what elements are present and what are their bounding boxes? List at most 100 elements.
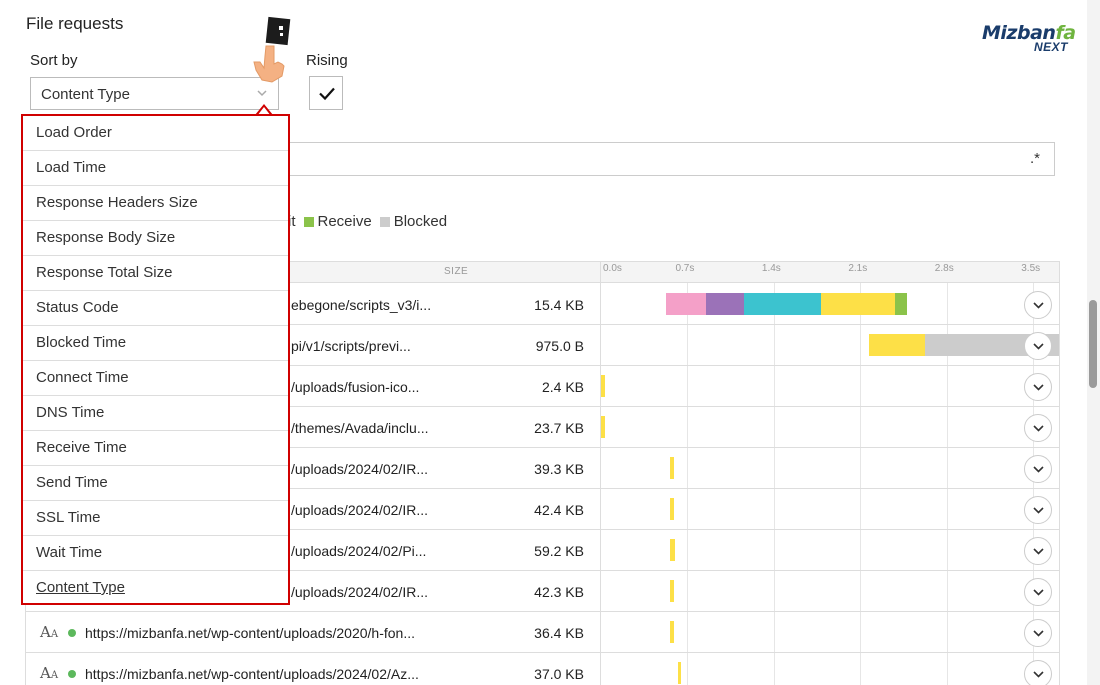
waterfall-segment — [744, 293, 821, 315]
row-expand-button[interactable] — [1024, 373, 1052, 401]
sort-option-response-body-size[interactable]: Response Body Size — [23, 221, 288, 256]
legend-swatch-blocked — [379, 216, 390, 227]
timeline-tick-label: 2.8s — [934, 263, 954, 274]
timeline-tick-label: 0.7s — [675, 263, 695, 274]
request-size: 37.0 KB — [534, 666, 584, 682]
waterfall-segment — [670, 539, 676, 561]
request-size: 2.4 KB — [541, 379, 584, 395]
chevron-down-icon — [1033, 343, 1044, 350]
waterfall-segment — [677, 662, 682, 684]
mizbanfa-logo: Mizbanfa NEXT — [980, 22, 1076, 56]
request-size: 15.4 KB — [534, 297, 584, 313]
timing-legend: it Receive Blocked — [288, 213, 447, 230]
status-dot-icon — [68, 629, 76, 637]
sort-by-label: Sort by — [30, 52, 78, 69]
waterfall-segment — [670, 580, 674, 602]
rising-checkbox[interactable] — [309, 76, 343, 110]
column-header-size[interactable]: SIZE — [444, 266, 468, 277]
row-expand-button[interactable] — [1024, 332, 1052, 360]
row-expand-button[interactable] — [1024, 455, 1052, 483]
page-title: File requests — [26, 14, 124, 33]
request-size: 975.0 B — [535, 338, 584, 354]
request-size: 23.7 KB — [534, 420, 584, 436]
row-expand-button[interactable] — [1024, 414, 1052, 442]
request-url[interactable]: https://mizbanfa.net/wp-content/uploads/… — [85, 625, 415, 641]
request-url[interactable]: /uploads/2024/02/Pi... — [291, 543, 426, 559]
sort-option-blocked-time[interactable]: Blocked Time — [23, 326, 288, 361]
row-expand-button[interactable] — [1024, 537, 1052, 565]
chevron-down-icon — [1033, 548, 1044, 555]
checkmark-icon — [319, 87, 335, 101]
rising-label: Rising — [306, 52, 348, 69]
request-url[interactable]: https://mizbanfa.net/wp-content/uploads/… — [85, 666, 419, 682]
request-url[interactable]: /uploads/2024/02/IR... — [291, 584, 428, 600]
row-expand-button[interactable] — [1024, 660, 1052, 685]
timeline-tick-label: 2.1s — [848, 263, 868, 274]
font-type-icon: AA — [40, 623, 59, 641]
request-size: 39.3 KB — [534, 461, 584, 477]
sort-option-ssl-time[interactable]: SSL Time — [23, 501, 288, 536]
waterfall-segment — [601, 416, 605, 438]
sort-option-response-total-size[interactable]: Response Total Size — [23, 256, 288, 291]
sort-by-select[interactable]: Content Type — [30, 77, 279, 110]
timeline-tick-label: 0.0s — [603, 263, 622, 274]
waterfall-segment — [705, 293, 745, 315]
waterfall-segment — [601, 375, 605, 397]
sort-option-send-time[interactable]: Send Time — [23, 466, 288, 501]
pointing-hand-icon — [253, 16, 291, 83]
request-url[interactable]: /uploads/2024/02/IR... — [291, 461, 428, 477]
row-expand-button[interactable] — [1024, 496, 1052, 524]
waterfall-segment — [670, 498, 674, 520]
request-size: 36.4 KB — [534, 625, 584, 641]
chevron-down-icon — [1033, 384, 1044, 391]
row-expand-button[interactable] — [1024, 578, 1052, 606]
waterfall-segment — [868, 334, 925, 356]
sort-option-load-time[interactable]: Load Time — [23, 151, 288, 186]
waterfall-segment — [670, 457, 674, 479]
legend-item-label: Receive — [317, 213, 372, 230]
sort-by-value: Content Type — [41, 86, 130, 103]
timeline-tick-label: 1.4s — [761, 263, 781, 274]
request-url[interactable]: ebegone/scripts_v3/i... — [291, 297, 431, 313]
chevron-down-icon — [1033, 671, 1044, 678]
chevron-down-icon — [257, 90, 267, 97]
waterfall-segment — [894, 293, 908, 315]
request-size: 42.3 KB — [534, 584, 584, 600]
sort-by-dropdown: Load Order Load Time Response Headers Size… — [21, 114, 290, 605]
status-dot-icon — [68, 670, 76, 678]
waterfall-segment — [820, 293, 895, 315]
request-url[interactable]: /uploads/fusion-ico... — [291, 379, 419, 395]
legend-item-label: Blocked — [393, 213, 448, 230]
chevron-down-icon — [1033, 630, 1044, 637]
sort-option-response-headers-size[interactable]: Response Headers Size — [23, 186, 288, 221]
row-expand-button[interactable] — [1024, 291, 1052, 319]
chevron-down-icon — [1033, 302, 1044, 309]
chevron-down-icon — [1033, 507, 1044, 514]
legend-swatch-receive — [303, 216, 314, 227]
scrollbar-thumb[interactable] — [1089, 300, 1097, 388]
chevron-down-icon — [1033, 425, 1044, 432]
logo-text-next: NEXT — [1033, 40, 1068, 54]
sort-option-load-order[interactable]: Load Order — [23, 116, 288, 151]
sort-option-content-type[interactable]: Content Type — [23, 571, 288, 606]
waterfall-segment — [666, 293, 706, 315]
table-row[interactable]: https://mizbanfa.net/wp-content/uploads/… — [26, 653, 1059, 685]
row-expand-button[interactable] — [1024, 619, 1052, 647]
sort-option-wait-time[interactable]: Wait Time — [23, 536, 288, 571]
sort-option-dns-time[interactable]: DNS Time — [23, 396, 288, 431]
regex-toggle[interactable]: .* — [1030, 150, 1040, 167]
timeline-tick-label: 3.5s — [1021, 263, 1041, 274]
chevron-down-icon — [1033, 466, 1044, 473]
table-row[interactable]: https://mizbanfa.net/wp-content/uploads/… — [26, 612, 1059, 653]
request-size: 42.4 KB — [534, 502, 584, 518]
sort-option-connect-time[interactable]: Connect Time — [23, 361, 288, 396]
request-size: 59.2 KB — [534, 543, 584, 559]
chevron-down-icon — [1033, 589, 1044, 596]
request-url[interactable]: /themes/Avada/inclu... — [291, 420, 428, 436]
sort-option-receive-time[interactable]: Receive Time — [23, 431, 288, 466]
request-url[interactable]: /uploads/2024/02/IR... — [291, 502, 428, 518]
sort-option-status-code[interactable]: Status Code — [23, 291, 288, 326]
waterfall-segment — [670, 621, 674, 643]
request-url[interactable]: pi/v1/scripts/previ... — [291, 338, 411, 354]
font-type-icon: AA — [40, 664, 59, 682]
